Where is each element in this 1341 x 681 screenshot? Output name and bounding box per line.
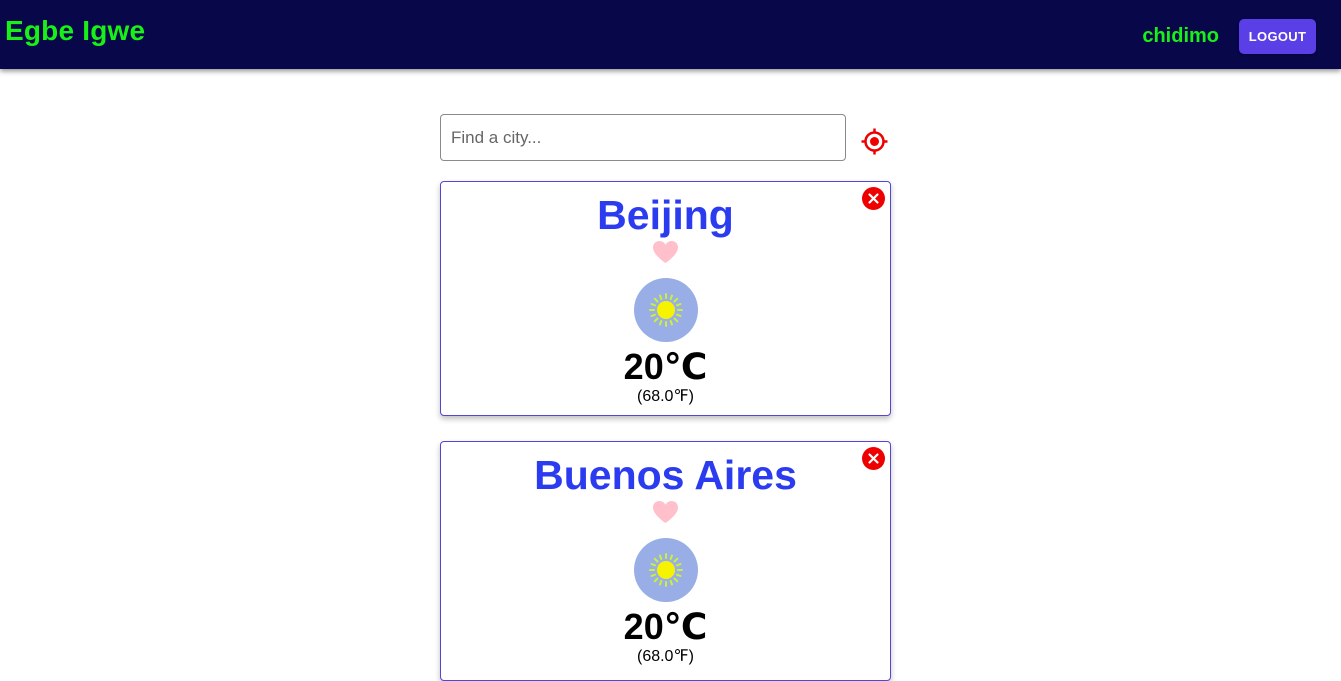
crosshair-locate-icon[interactable] — [861, 128, 888, 155]
heart-icon[interactable] — [652, 240, 679, 264]
username-label: chidimo — [1142, 25, 1219, 47]
temperature-fahrenheit: (68.0℉) — [636, 648, 695, 665]
brand-title[interactable]: Egbe Igwe — [5, 15, 145, 47]
city-search-input[interactable] — [440, 114, 846, 161]
city-card[interactable]: Buenos Aires 20℃ (68.0℉) — [440, 441, 891, 681]
city-name[interactable]: Buenos Aires — [441, 452, 890, 499]
weather-icon — [634, 278, 698, 342]
navbar: Egbe Igwe chidimo LOGOUT — [0, 0, 1341, 69]
sun-icon — [649, 293, 683, 327]
city-card[interactable]: Beijing 20℃ (68.0℉) — [440, 181, 891, 416]
close-circle-icon[interactable] — [862, 447, 885, 470]
heart-icon[interactable] — [652, 500, 679, 524]
temperature-fahrenheit: (68.0℉) — [636, 388, 695, 405]
city-name[interactable]: Beijing — [441, 192, 890, 239]
weather-icon — [634, 538, 698, 602]
temperature-celsius: 20℃ — [623, 606, 708, 647]
sun-icon — [649, 553, 683, 587]
close-circle-icon[interactable] — [862, 187, 885, 210]
logout-button[interactable]: LOGOUT — [1239, 19, 1316, 54]
temperature-celsius: 20℃ — [623, 346, 708, 387]
